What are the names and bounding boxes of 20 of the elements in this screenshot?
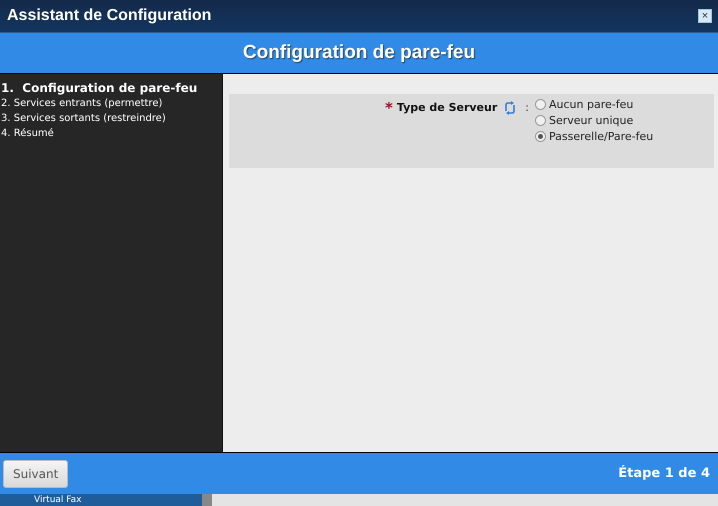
refresh-icon[interactable]	[503, 101, 518, 115]
step-item: 1. Configuration de pare-feu	[0, 81, 198, 96]
background-item: Virtual Fax	[34, 495, 82, 505]
required-mark: *	[385, 101, 393, 115]
step-item: 4. Résumé	[0, 127, 55, 141]
option-label[interactable]: Aucun pare-feu	[549, 98, 634, 112]
step-item: 3. Services sortants (restreindre)	[0, 112, 167, 126]
field-label: Type de Serveur	[396, 101, 498, 114]
radio-button[interactable]	[535, 99, 546, 110]
step-item: 2. Services entrants (permettre)	[0, 97, 164, 111]
radio-button[interactable]	[535, 130, 546, 142]
option-label[interactable]: Passerelle/Pare-feu	[549, 130, 654, 143]
page-heading: Configuration de pare-feu	[242, 42, 476, 64]
next-button[interactable]: Suivant	[3, 460, 68, 488]
window-title: Assistant de Configuration	[7, 7, 212, 25]
step-counter: Étape 1 de 4	[618, 466, 710, 481]
radio-button[interactable]	[535, 115, 546, 126]
option-label[interactable]: Serveur unique	[549, 114, 634, 127]
close-button[interactable]: ×	[698, 9, 712, 23]
colon: :	[525, 101, 529, 114]
